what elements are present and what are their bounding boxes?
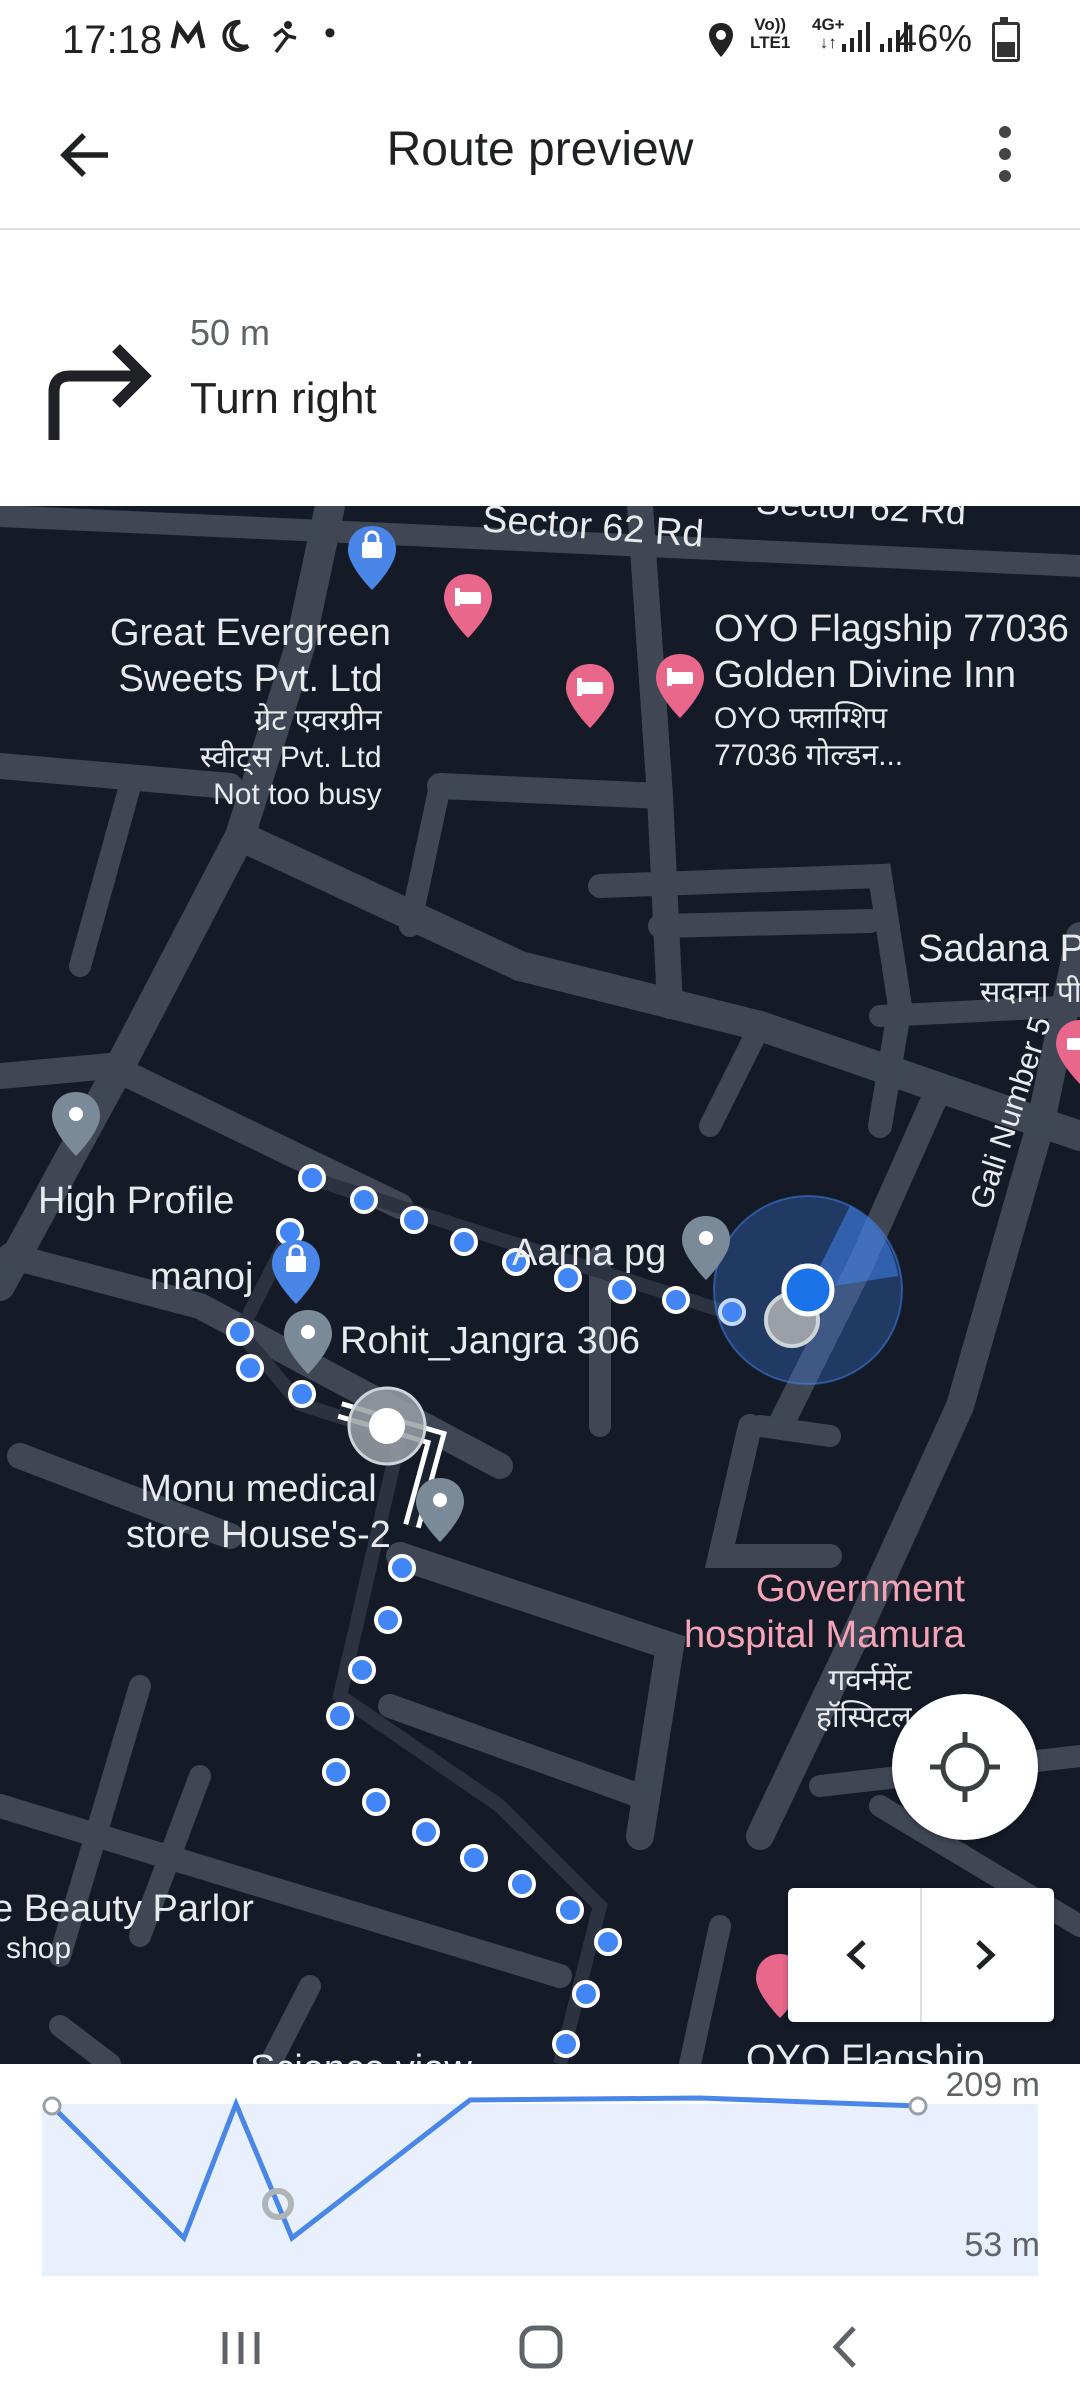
place-label-beauty-parlor[interactable]: e Beauty Parlor: [0, 1886, 254, 1932]
system-nav-bar: [0, 2294, 1080, 2400]
place-pin-icon[interactable]: [282, 1308, 334, 1376]
place-label-beauty-shop: shop: [6, 1932, 72, 1965]
hotel-pin-icon[interactable]: [1054, 1018, 1080, 1086]
home-button[interactable]: [496, 2316, 586, 2378]
activity-icon: [268, 16, 300, 65]
dot-icon: •: [324, 14, 336, 52]
place-label-sadana[interactable]: Sadana P: [918, 926, 1080, 972]
location-icon: [706, 20, 736, 69]
shopping-pin-icon[interactable]: [346, 524, 398, 592]
chevron-left-icon: [846, 1940, 866, 1970]
status-time: 17:18: [62, 18, 163, 62]
place-label-rohit-jangra[interactable]: Rohit_Jangra 306: [340, 1318, 640, 1364]
place-label-oyo-flagship-hindi: OYO फ्लाग्शिप 77036 गोल्डन...: [714, 702, 904, 772]
place-pin-icon[interactable]: [50, 1090, 102, 1158]
place-label-gov-hospital[interactable]: Government hospital Mamura: [684, 1566, 965, 1658]
gmail-icon: [170, 16, 206, 65]
my-location-icon: [930, 1732, 1000, 1802]
previous-step-button[interactable]: [788, 1888, 921, 2022]
more-vert-icon: [999, 126, 1011, 182]
hotel-pin-icon[interactable]: [654, 652, 706, 720]
place-label-oyo-flagship[interactable]: OYO Flagship 77036 Golden Divine Inn: [714, 606, 1069, 698]
place-label-aarna-pg[interactable]: Aarna pg: [512, 1230, 666, 1276]
place-pin-icon[interactable]: [414, 1476, 466, 1544]
place-label-sadana-hindi: सदाना पी: [980, 976, 1080, 1009]
place-label-monu-medical[interactable]: Monu medical store House's-2: [126, 1466, 391, 1558]
battery-percent: 46%: [895, 18, 972, 60]
place-label-oyo-bottom[interactable]: OYO Flagship: [746, 2036, 985, 2064]
home-icon: [519, 2325, 563, 2369]
step-instruction: Turn right: [190, 374, 377, 423]
place-label-high-profile[interactable]: High Profile: [38, 1178, 234, 1224]
place-label-great-evergreen[interactable]: Great Evergreen Sweets Pvt. Ltd: [110, 610, 391, 702]
place-pin-icon[interactable]: [680, 1214, 732, 1282]
shopping-pin-icon[interactable]: [270, 1238, 322, 1306]
battery-icon: [992, 17, 1020, 62]
recents-button[interactable]: [196, 2316, 286, 2378]
elevation-profile[interactable]: 209 m 53 m: [0, 2064, 1080, 2294]
back-nav-icon: [832, 2326, 856, 2368]
step-distance: 50 m: [190, 312, 271, 353]
elevation-graph: [42, 2095, 1038, 2276]
place-label-manoj[interactable]: manoj: [150, 1254, 254, 1300]
elevation-max-label: 209 m: [945, 2066, 1041, 2104]
elevation-min-label: 53 m: [964, 2226, 1040, 2264]
recents-icon: [222, 2332, 260, 2364]
my-location-button[interactable]: [892, 1694, 1038, 1840]
app-bar: Route preview: [0, 80, 1080, 230]
moon-icon: [218, 16, 252, 65]
page-title: Route preview: [386, 123, 694, 176]
hotel-pin-icon[interactable]: [442, 572, 494, 640]
step-card[interactable]: 50 m Turn right: [0, 230, 1080, 506]
chevron-right-icon: [976, 1940, 996, 1970]
more-options-button[interactable]: [970, 116, 1040, 192]
place-label-great-evergreen-hindi: ग्रेट एवरग्रीन स्वीट्स Pvt. Ltd Not too bu…: [200, 704, 382, 811]
step-navigation: [788, 1888, 1054, 2022]
hotel-pin-icon[interactable]: [564, 662, 616, 730]
place-label-science-view[interactable]: Science view: [250, 2046, 472, 2064]
turn-right-icon: [44, 326, 154, 446]
back-nav-button[interactable]: [800, 2316, 890, 2378]
volte-indicator: Vo)) LTE1: [750, 15, 791, 52]
next-step-button[interactable]: [921, 1888, 1054, 2022]
status-bar: 17:18 • Vo)) LTE1 4G+ ↓↑ 46%: [0, 0, 1080, 80]
